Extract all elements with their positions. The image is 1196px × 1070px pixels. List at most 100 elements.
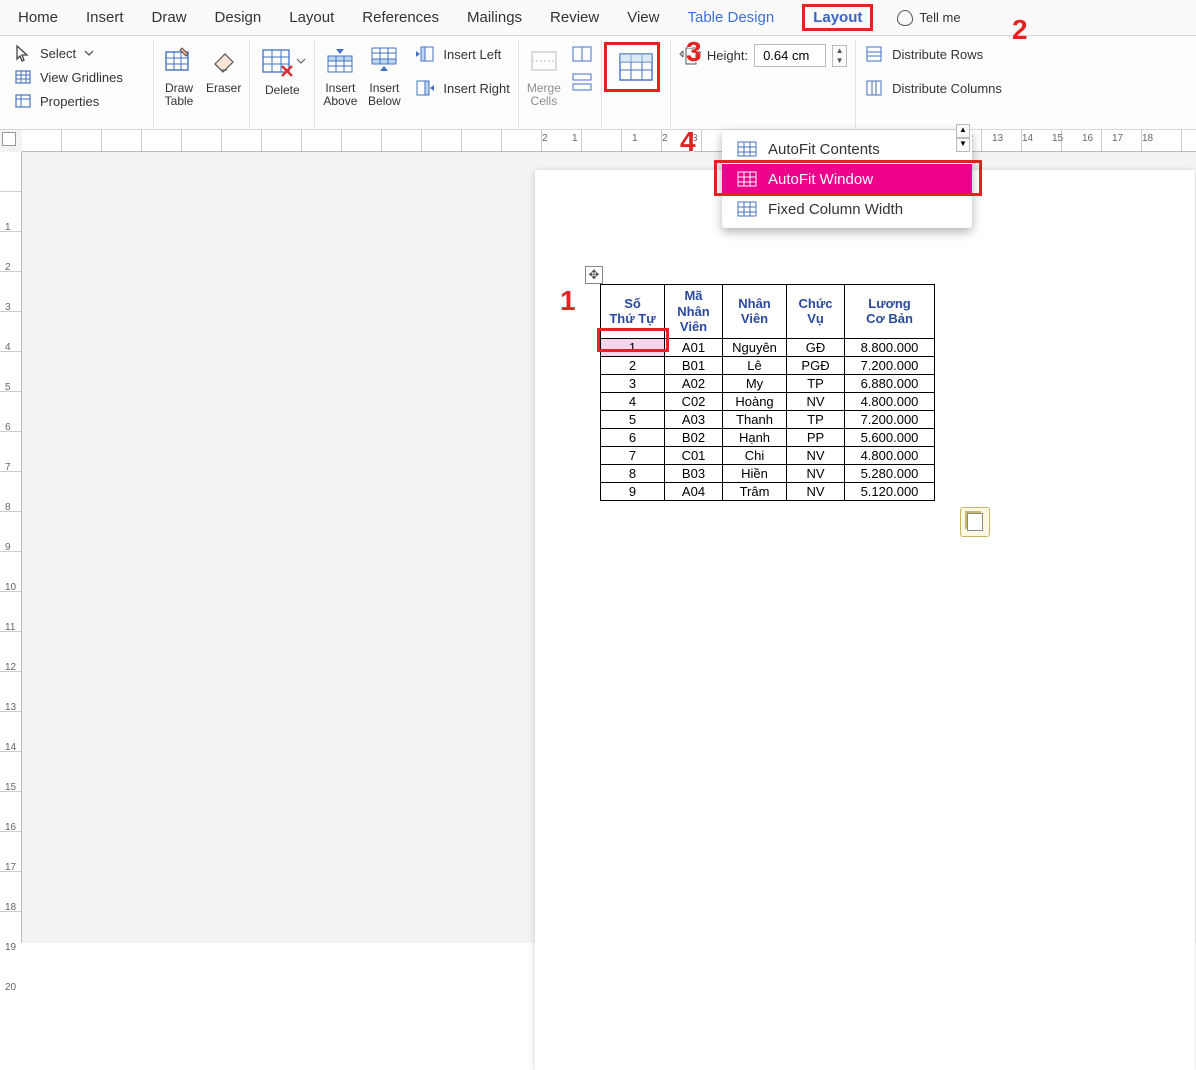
table-cell[interactable]: 3	[601, 374, 665, 392]
table-cell[interactable]: GĐ	[787, 338, 845, 356]
height-spinner[interactable]: ▲▼	[832, 45, 847, 67]
table-cell[interactable]: NV	[787, 392, 845, 410]
dropdown-scroll[interactable]: ▲ ▼	[956, 124, 970, 152]
menu-references[interactable]: References	[348, 3, 453, 32]
properties-button[interactable]: Properties	[14, 92, 145, 110]
table-row[interactable]: 8B03HiềnNV5.280.000	[601, 464, 935, 482]
table-cell[interactable]: 1	[601, 338, 665, 356]
horizontal-ruler[interactable]: 21123456789101112131415161718	[22, 130, 1196, 152]
table-header[interactable]: Chức Vụ	[787, 285, 845, 339]
table-cell[interactable]: Hiền	[723, 464, 787, 482]
table-cell[interactable]: 8	[601, 464, 665, 482]
table-cell[interactable]: 4.800.000	[845, 392, 935, 410]
table-cell[interactable]: NV	[787, 464, 845, 482]
table-cell[interactable]: 5.280.000	[845, 464, 935, 482]
data-table[interactable]: Số Thứ TựMã Nhân ViênNhân ViênChức VụLươ…	[600, 284, 935, 501]
table-cell[interactable]: Lê	[723, 356, 787, 374]
table-cell[interactable]: B03	[665, 464, 723, 482]
distribute-columns-button[interactable]: Distribute Columns	[864, 78, 1002, 98]
menu-view[interactable]: View	[613, 3, 673, 32]
fixed-width-item[interactable]: Fixed Column Width	[722, 194, 972, 224]
menu-design[interactable]: Design	[201, 3, 276, 32]
table-cell[interactable]: Chi	[723, 446, 787, 464]
split-table-icon[interactable]	[571, 72, 593, 92]
select-button[interactable]: Select	[14, 44, 145, 62]
table-cell[interactable]: Trâm	[723, 482, 787, 500]
menu-table-design[interactable]: Table Design	[673, 3, 788, 32]
insert-below-button[interactable]: Insert Below	[367, 44, 401, 108]
height-input[interactable]: 0.64 cm	[754, 44, 826, 67]
table-cell[interactable]: Thanh	[723, 410, 787, 428]
table-cell[interactable]: TP	[787, 410, 845, 428]
table-cell[interactable]: C01	[665, 446, 723, 464]
table-cell[interactable]: PGĐ	[787, 356, 845, 374]
table-cell[interactable]: 6	[601, 428, 665, 446]
table-cell[interactable]: 4.800.000	[845, 446, 935, 464]
menu-review[interactable]: Review	[536, 3, 613, 32]
insert-above-button[interactable]: Insert Above	[323, 44, 357, 108]
table-cell[interactable]: Hạnh	[723, 428, 787, 446]
table-row[interactable]: 5A03ThanhTP7.200.000	[601, 410, 935, 428]
table-cell[interactable]: 6.880.000	[845, 374, 935, 392]
draw-table-button[interactable]: Draw Table	[162, 44, 196, 108]
table-cell[interactable]: A03	[665, 410, 723, 428]
table-row[interactable]: 4C02HoàngNV4.800.000	[601, 392, 935, 410]
table-row[interactable]: 9A04TrâmNV5.120.000	[601, 482, 935, 500]
insert-right-button[interactable]: Insert Right	[415, 78, 509, 98]
table-cell[interactable]: 2	[601, 356, 665, 374]
menu-home[interactable]: Home	[4, 3, 72, 32]
table-row[interactable]: 1A01NguyênGĐ8.800.000	[601, 338, 935, 356]
spin-up-icon[interactable]: ▲	[833, 46, 846, 56]
spin-down-icon[interactable]: ▼	[833, 56, 846, 66]
merge-cells-button[interactable]: Merge Cells	[527, 44, 561, 108]
autofit-contents-item[interactable]: AutoFit Contents	[722, 134, 972, 164]
table-row[interactable]: 2B01LêPGĐ7.200.000	[601, 356, 935, 374]
table-cell[interactable]: 5.600.000	[845, 428, 935, 446]
table-cell[interactable]: 9	[601, 482, 665, 500]
table-cell[interactable]: Hoàng	[723, 392, 787, 410]
table-cell[interactable]: 7.200.000	[845, 410, 935, 428]
table-cell[interactable]: PP	[787, 428, 845, 446]
menu-draw[interactable]: Draw	[138, 3, 201, 32]
table-cell[interactable]: A04	[665, 482, 723, 500]
vertical-ruler[interactable]: 1234567891011121314151617181920	[0, 152, 22, 943]
table-row[interactable]: 7C01ChiNV4.800.000	[601, 446, 935, 464]
menu-insert[interactable]: Insert	[72, 3, 138, 32]
menu-layout[interactable]: Layout	[275, 3, 348, 32]
table-header[interactable]: Nhân Viên	[723, 285, 787, 339]
insert-left-button[interactable]: Insert Left	[415, 44, 509, 64]
distribute-rows-button[interactable]: Distribute Rows	[864, 44, 1002, 64]
paste-options-button[interactable]	[960, 507, 990, 537]
table-cell[interactable]: B01	[665, 356, 723, 374]
table-row[interactable]: 6B02HạnhPP5.600.000	[601, 428, 935, 446]
table-cell[interactable]: 5	[601, 410, 665, 428]
table-cell[interactable]: 7	[601, 446, 665, 464]
table-cell[interactable]: NV	[787, 446, 845, 464]
table-move-handle[interactable]: ✥	[585, 266, 603, 284]
table-cell[interactable]: 5.120.000	[845, 482, 935, 500]
table-cell[interactable]: 4	[601, 392, 665, 410]
view-gridlines-button[interactable]: View Gridlines	[14, 68, 145, 86]
table-row[interactable]: 3A02MyTP6.880.000	[601, 374, 935, 392]
table-cell[interactable]: A01	[665, 338, 723, 356]
tell-me-search[interactable]: Tell me	[897, 10, 960, 26]
table-cell[interactable]: TP	[787, 374, 845, 392]
table-cell[interactable]: B02	[665, 428, 723, 446]
scroll-up-icon[interactable]: ▲	[956, 124, 970, 138]
table-cell[interactable]: 8.800.000	[845, 338, 935, 356]
scroll-down-icon[interactable]: ▼	[956, 138, 970, 152]
table-header[interactable]: Lương Cơ Bản	[845, 285, 935, 339]
table-cell[interactable]: 7.200.000	[845, 356, 935, 374]
menu-table-layout[interactable]: Layout	[788, 3, 887, 32]
menu-mailings[interactable]: Mailings	[453, 3, 536, 32]
table-cell[interactable]: Nguyên	[723, 338, 787, 356]
autofit-button[interactable]	[610, 44, 662, 92]
tab-selector-icon[interactable]	[2, 132, 16, 146]
table-header[interactable]: Mã Nhân Viên	[665, 285, 723, 339]
table-cell[interactable]: A02	[665, 374, 723, 392]
autofit-window-item[interactable]: AutoFit Window	[722, 164, 972, 194]
delete-button[interactable]: Delete	[258, 44, 306, 97]
table-header[interactable]: Số Thứ Tự	[601, 285, 665, 339]
table-cell[interactable]: C02	[665, 392, 723, 410]
table-cell[interactable]: NV	[787, 482, 845, 500]
